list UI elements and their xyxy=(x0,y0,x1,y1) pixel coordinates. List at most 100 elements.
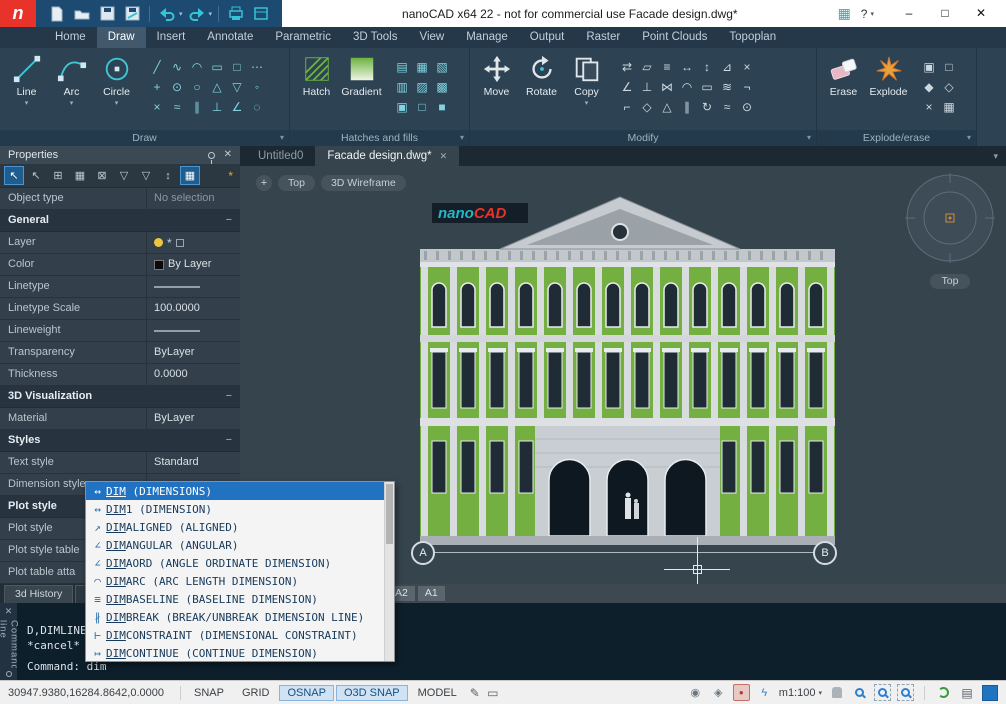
ribbon-tool-icon[interactable]: ▤ xyxy=(392,57,412,77)
erase-button[interactable]: Erase xyxy=(821,48,866,108)
nanocad-logo-icon[interactable]: n xyxy=(0,0,36,27)
session-record-icon[interactable]: ● xyxy=(733,684,750,701)
ribbon-tool-icon[interactable]: ○ xyxy=(187,77,207,97)
regen-icon[interactable] xyxy=(935,684,952,701)
ribbon-tool-icon[interactable]: ▧ xyxy=(432,57,452,77)
screen-icon[interactable]: ▭ xyxy=(484,686,502,700)
ribbon-tool-icon[interactable]: ↔ xyxy=(677,57,697,77)
ribbon-tab-raster[interactable]: Raster xyxy=(575,27,631,48)
arc-button[interactable]: Arc▾ xyxy=(49,48,94,108)
zoom-icon[interactable] xyxy=(851,684,868,701)
line-button[interactable]: Line▾ xyxy=(4,48,49,108)
ribbon-tab-manage[interactable]: Manage xyxy=(455,27,519,48)
panel-expand-icon[interactable]: ▾ xyxy=(967,130,971,146)
hatch-button[interactable]: Hatch xyxy=(294,48,339,108)
notes-pencil-icon[interactable]: ✎ xyxy=(466,686,484,700)
panel-mode-icon[interactable]: ▦ xyxy=(180,166,200,185)
status-toggle-snap[interactable]: SNAP xyxy=(186,685,232,701)
ribbon-tool-icon[interactable]: ◇ xyxy=(939,77,959,97)
command-suggestion-dimaord[interactable]: ∠DIMAORD (ANGLE ORDINATE DIMENSION) xyxy=(86,554,385,572)
ribbon-tool-icon[interactable]: ⋯ xyxy=(247,57,267,77)
redo-icon[interactable] xyxy=(186,3,208,25)
zoom-extents-icon[interactable] xyxy=(897,684,914,701)
compass-view-label[interactable]: Top xyxy=(930,274,971,289)
ribbon-tool-icon[interactable]: ↕ xyxy=(697,57,717,77)
ribbon-tool-icon[interactable]: ◦ xyxy=(247,77,267,97)
ribbon-tool-icon[interactable]: □ xyxy=(227,57,247,77)
close-icon[interactable]: ✕ xyxy=(5,606,13,617)
section-marker-a[interactable]: A xyxy=(411,541,435,565)
document-tab-facade-design-dwg[interactable]: Facade design.dwg*✕ xyxy=(315,146,459,166)
ribbon-tool-icon[interactable]: ▥ xyxy=(392,77,412,97)
ribbon-tab-point-clouds[interactable]: Point Clouds xyxy=(631,27,718,48)
property-value[interactable] xyxy=(147,276,240,297)
crossing-select-icon[interactable]: ⊠ xyxy=(92,166,112,185)
collapse-icon[interactable]: − xyxy=(226,430,232,451)
marquee-select-icon[interactable]: ⊞ xyxy=(48,166,68,185)
ribbon-tool-icon[interactable]: ▭ xyxy=(207,57,227,77)
command-suggestion-dim[interactable]: ↔DIM (DIMENSIONS) xyxy=(86,482,385,500)
viewport-pill-3d-wireframe[interactable]: 3D Wireframe xyxy=(321,175,406,191)
maximize-button[interactable]: □ xyxy=(928,2,962,25)
panel-expand-icon[interactable]: ▾ xyxy=(280,130,284,146)
properties-section-3d-visualization[interactable]: 3D Visualization− xyxy=(0,386,240,408)
ribbon-tool-icon[interactable]: ≋ xyxy=(717,77,737,97)
ribbon-tool-icon[interactable]: ⋈ xyxy=(657,77,677,97)
command-suggestion-dimangular[interactable]: ∠DIMANGULAR (ANGULAR) xyxy=(86,536,385,554)
property-value[interactable]: By Layer xyxy=(147,254,240,275)
ribbon-tool-icon[interactable]: △ xyxy=(207,77,227,97)
property-value[interactable]: 100.0000 xyxy=(147,298,240,319)
ribbon-tab-topoplan[interactable]: Topoplan xyxy=(718,27,787,48)
ribbon-tool-icon[interactable]: ∠ xyxy=(227,97,247,117)
quick-select-icon[interactable]: ▦ xyxy=(70,166,90,185)
print-icon[interactable] xyxy=(225,3,247,25)
view-compass[interactable]: Top xyxy=(902,170,998,289)
layout-tab-a1[interactable]: A1 xyxy=(418,586,445,601)
help-button[interactable]: ?▾ xyxy=(861,7,874,21)
pan-icon[interactable] xyxy=(828,684,845,701)
section-marker-b[interactable]: B xyxy=(813,541,837,565)
ribbon-tool-icon[interactable]: ◠ xyxy=(677,77,697,97)
ribbon-tool-icon[interactable]: ▦ xyxy=(939,97,959,117)
location-icon[interactable]: ◈ xyxy=(710,684,727,701)
property-value[interactable]: * xyxy=(147,232,240,253)
ribbon-tool-icon[interactable]: ◆ xyxy=(919,77,939,97)
select-icon[interactable]: ↖ xyxy=(4,166,24,185)
viewport-pill-top[interactable]: Top xyxy=(278,175,315,191)
ribbon-tool-icon[interactable]: ▽ xyxy=(227,77,247,97)
ribbon-tool-icon[interactable]: ↻ xyxy=(697,97,717,117)
layer-lock-icon[interactable] xyxy=(176,239,184,247)
scale-select[interactable]: m1:100▾ xyxy=(779,687,822,699)
close-tab-icon[interactable]: ✕ xyxy=(440,146,448,166)
redo-dropdown-icon[interactable]: ▾ xyxy=(209,10,213,18)
ribbon-tool-icon[interactable]: ▱ xyxy=(637,57,657,77)
rotate-button[interactable]: Rotate xyxy=(519,48,564,108)
users-icon[interactable]: ◉ xyxy=(687,684,704,701)
ribbon-tool-icon[interactable]: ⊥ xyxy=(207,97,227,117)
ribbon-tool-icon[interactable]: ⊿ xyxy=(717,57,737,77)
ribbon-tool-icon[interactable]: ◇ xyxy=(637,97,657,117)
ribbon-tab-annotate[interactable]: Annotate xyxy=(196,27,264,48)
ribbon-tool-icon[interactable]: ╱ xyxy=(147,57,167,77)
command-suggestion-dimconstraint[interactable]: ⊢DIMCONSTRAINT (DIMENSIONAL CONSTRAINT) xyxy=(86,626,385,644)
ribbon-tool-icon[interactable]: ∥ xyxy=(187,97,207,117)
command-suggestion-dimbreak[interactable]: ∦DIMBREAK (BREAK/UNBREAK DIMENSION LINE) xyxy=(86,608,385,626)
ribbon-tool-icon[interactable]: ▦ xyxy=(412,57,432,77)
add-viewport-button[interactable]: + xyxy=(256,175,272,191)
copy-button[interactable]: Copy▾ xyxy=(564,48,609,108)
command-suggestion-dimcontinue[interactable]: ↦DIMCONTINUE (CONTINUE DIMENSION) xyxy=(86,644,385,661)
properties-header[interactable]: Properties ✕ xyxy=(0,146,240,164)
open-file-icon[interactable] xyxy=(71,3,93,25)
pin-icon[interactable] xyxy=(6,671,12,677)
status-toggle-o3d-snap[interactable]: O3D SNAP xyxy=(336,685,408,701)
undo-dropdown-icon[interactable]: ▾ xyxy=(179,10,183,18)
close-button[interactable]: ✕ xyxy=(964,2,998,25)
ribbon-tool-icon[interactable]: ▩ xyxy=(432,77,452,97)
close-icon[interactable]: ✕ xyxy=(224,146,232,164)
filter-edit-icon[interactable]: ▽ xyxy=(136,166,156,185)
ribbon-tool-icon[interactable]: ≈ xyxy=(717,97,737,117)
panel-expand-icon[interactable]: ▾ xyxy=(807,130,811,146)
scrollbar-thumb[interactable] xyxy=(386,484,393,544)
command-suggestion-dim1[interactable]: ↔DIM1 (DIMENSION) xyxy=(86,500,385,518)
ribbon-tab-output[interactable]: Output xyxy=(519,27,576,48)
